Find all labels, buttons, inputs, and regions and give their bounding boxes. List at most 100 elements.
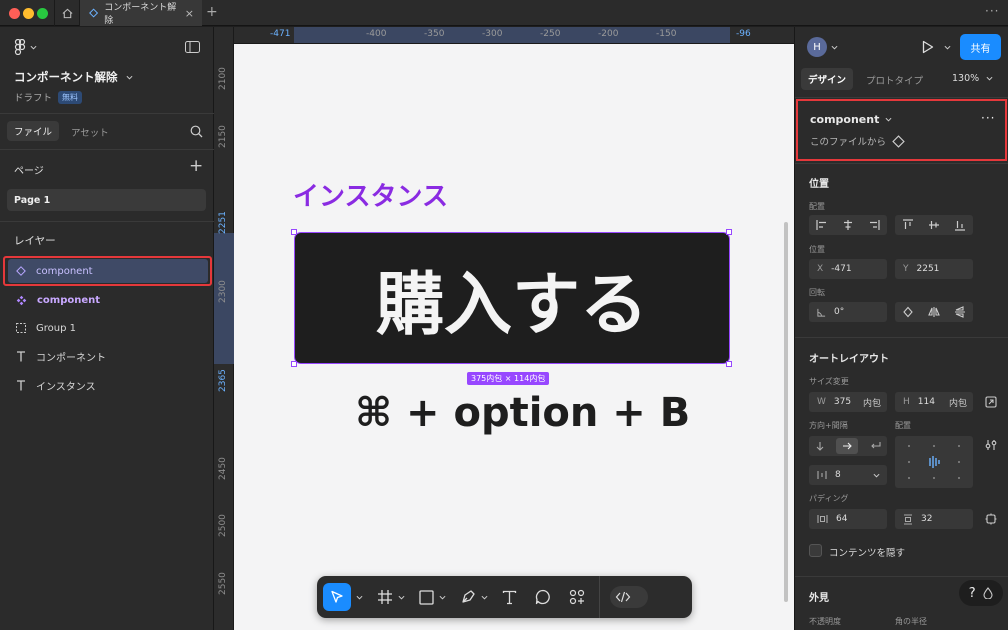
frame-icon[interactable] bbox=[377, 589, 393, 605]
align-top-icon[interactable] bbox=[902, 219, 914, 231]
ruler-tick: 2450 bbox=[218, 457, 228, 480]
move-tool-button[interactable] bbox=[323, 583, 351, 611]
layer-item-text-instance[interactable]: インスタンス bbox=[8, 373, 208, 397]
resize-handle[interactable] bbox=[726, 361, 732, 367]
padding-horizontal-icon bbox=[817, 515, 828, 523]
layer-item-component[interactable]: component bbox=[8, 288, 208, 312]
align-left-icon[interactable] bbox=[816, 219, 828, 231]
component-name-menu[interactable]: component bbox=[810, 113, 892, 126]
rotation-label: 回転 bbox=[809, 288, 825, 297]
buy-button-instance[interactable]: 購入する bbox=[294, 232, 730, 364]
align-middle-icon[interactable] bbox=[928, 219, 940, 231]
tab-assets[interactable]: アセット bbox=[71, 125, 109, 139]
tab-design[interactable]: デザイン bbox=[801, 68, 854, 90]
vertical-scrollbar[interactable] bbox=[784, 222, 788, 602]
help-widget[interactable]: ? bbox=[959, 580, 1003, 606]
wrap-icon[interactable] bbox=[870, 441, 881, 451]
align-right-icon[interactable] bbox=[868, 219, 880, 231]
play-icon[interactable] bbox=[922, 40, 934, 54]
add-page-button[interactable]: + bbox=[189, 156, 203, 176]
chevron-down-icon[interactable] bbox=[944, 45, 951, 50]
actions-icon[interactable] bbox=[569, 589, 585, 605]
page-item-page-1[interactable]: Page 1 bbox=[7, 189, 206, 211]
chevron-down-icon[interactable] bbox=[439, 595, 446, 600]
w-mode[interactable]: 内包 bbox=[863, 396, 881, 409]
design-canvas[interactable]: インスタンス 購入する 375内包 × 114内包 ⌘ + option + B bbox=[234, 44, 794, 630]
layer-item-text-component[interactable]: コンポーネント bbox=[8, 344, 208, 368]
new-tab-button[interactable]: + bbox=[206, 4, 218, 20]
resize-handle[interactable] bbox=[291, 361, 297, 367]
rotate-90-icon[interactable] bbox=[902, 306, 914, 318]
align-horizontal-group[interactable] bbox=[809, 215, 887, 235]
resize-handle[interactable] bbox=[291, 229, 297, 235]
zoom-dropdown[interactable]: 130% bbox=[952, 73, 993, 84]
layer-item-group-1[interactable]: Group 1 bbox=[8, 316, 208, 340]
minimize-window-button[interactable] bbox=[23, 8, 34, 19]
drop-icon[interactable] bbox=[983, 587, 993, 599]
height-field[interactable]: H 114 内包 bbox=[895, 392, 973, 412]
resize-settings-icon[interactable] bbox=[985, 396, 997, 408]
chevron-down-icon[interactable] bbox=[398, 595, 405, 600]
tab-prototype[interactable]: プロトタイプ bbox=[866, 73, 923, 87]
avatar[interactable]: H bbox=[807, 37, 827, 57]
chevron-down-icon[interactable] bbox=[481, 595, 488, 600]
individual-padding-icon[interactable] bbox=[985, 513, 997, 525]
chevron-down-icon[interactable] bbox=[873, 473, 880, 478]
text-tool-icon[interactable] bbox=[502, 590, 517, 605]
sidebar-toggle-icon[interactable] bbox=[185, 41, 200, 53]
resize-handle[interactable] bbox=[726, 229, 732, 235]
clip-content-checkbox[interactable] bbox=[809, 544, 822, 557]
align-center-h-icon[interactable] bbox=[842, 219, 854, 231]
arrow-down-icon[interactable] bbox=[815, 441, 825, 451]
gap-field[interactable]: 8 bbox=[809, 465, 887, 485]
padding-horizontal-field[interactable]: 64 bbox=[809, 509, 887, 529]
direction-horizontal-selected[interactable] bbox=[836, 438, 859, 454]
chevron-down-icon[interactable] bbox=[356, 595, 363, 600]
chevron-down-icon[interactable] bbox=[831, 45, 838, 50]
share-button[interactable]: 共有 bbox=[960, 34, 1001, 60]
rotation-field[interactable]: 0° bbox=[809, 302, 887, 322]
align-vertical-group[interactable] bbox=[895, 215, 973, 235]
flip-vertical-icon[interactable] bbox=[954, 306, 966, 318]
chevron-down-icon bbox=[986, 76, 993, 81]
layer-item-component-instance[interactable]: component bbox=[8, 259, 208, 283]
alignment-grid[interactable] bbox=[895, 436, 973, 488]
home-icon bbox=[62, 8, 72, 18]
home-button[interactable] bbox=[54, 0, 80, 26]
dev-mode-toggle[interactable] bbox=[610, 586, 648, 608]
maximize-window-button[interactable] bbox=[37, 8, 48, 19]
width-field[interactable]: W 375 内包 bbox=[809, 392, 887, 412]
y-position-field[interactable]: Y 2251 bbox=[895, 259, 973, 279]
search-icon[interactable] bbox=[190, 125, 203, 138]
padding-vertical-field[interactable]: 32 bbox=[895, 509, 973, 529]
comment-icon[interactable] bbox=[535, 589, 551, 605]
sliders-icon[interactable] bbox=[985, 439, 997, 451]
x-label: X bbox=[817, 264, 824, 274]
close-window-button[interactable] bbox=[9, 8, 20, 19]
x-position-field[interactable]: X -471 bbox=[809, 259, 887, 279]
align-bottom-icon[interactable] bbox=[954, 219, 966, 231]
file-title-menu[interactable]: コンポーネント解除 bbox=[14, 69, 133, 85]
tab-close-button[interactable]: × bbox=[185, 7, 194, 20]
component-more-button[interactable]: ··· bbox=[981, 111, 995, 125]
main-menu-button[interactable] bbox=[14, 39, 37, 55]
vertical-ruler: 2100 2150 2251 2300 2365 2450 2500 2550 bbox=[214, 27, 234, 630]
tab-file-panel[interactable]: ファイル bbox=[7, 121, 60, 141]
ruler-tick: -350 bbox=[424, 29, 445, 39]
transform-group[interactable] bbox=[895, 302, 973, 322]
go-to-main-component-icon[interactable] bbox=[892, 134, 905, 148]
window-more-button[interactable]: ··· bbox=[985, 4, 999, 18]
cursor-arrow-icon bbox=[331, 590, 343, 603]
canvas-heading-text[interactable]: インスタンス bbox=[293, 176, 448, 213]
ruler-tick: 2500 bbox=[218, 514, 228, 537]
ruler-tick: 2550 bbox=[218, 572, 228, 595]
pen-icon[interactable] bbox=[460, 589, 476, 605]
ruler-tick: -150 bbox=[656, 29, 677, 39]
direction-group[interactable] bbox=[809, 436, 887, 456]
flip-horizontal-icon[interactable] bbox=[928, 306, 940, 318]
help-button[interactable]: ? bbox=[969, 586, 976, 601]
h-mode[interactable]: 内包 bbox=[949, 396, 967, 409]
ruler-tick: 2365 bbox=[218, 369, 228, 392]
tab-file[interactable]: コンポーネント解除 × bbox=[80, 0, 202, 26]
rectangle-icon[interactable] bbox=[419, 589, 434, 605]
